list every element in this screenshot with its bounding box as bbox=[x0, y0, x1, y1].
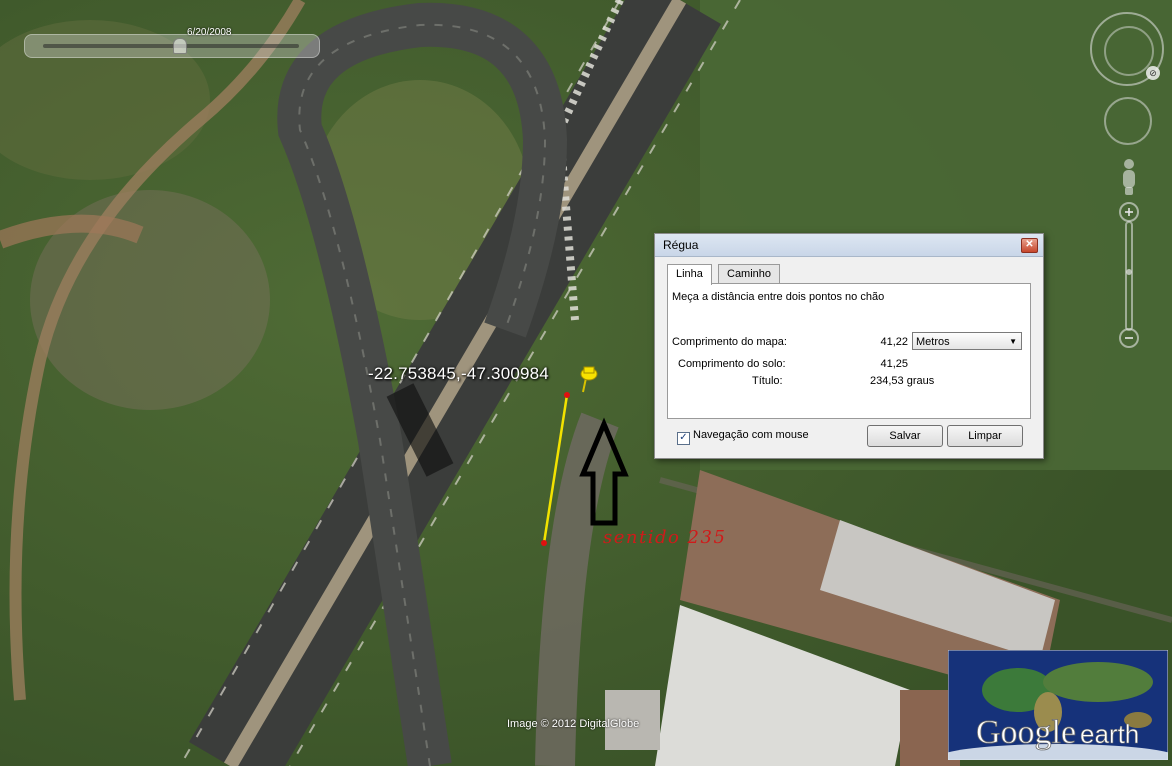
ground-length-label: Comprimento do solo: bbox=[678, 358, 786, 370]
close-icon[interactable]: ✕ bbox=[1021, 238, 1038, 253]
time-slider-date: 6/20/2008 bbox=[187, 27, 232, 38]
ground-length-value: 41,25 bbox=[880, 358, 908, 370]
mouse-navigation-checkbox[interactable]: ✓ bbox=[677, 432, 690, 445]
dialog-title: Régua bbox=[663, 238, 699, 252]
time-slider-thumb[interactable] bbox=[173, 38, 187, 54]
map-length-label: Comprimento do mapa: bbox=[672, 336, 787, 348]
imagery-copyright: Image © 2012 DigitalGlobe bbox=[507, 718, 640, 730]
compass-ring[interactable]: ⊘ bbox=[1090, 12, 1164, 86]
google-earth-logo: Google earth bbox=[948, 650, 1168, 760]
heading-value: 234,53 graus bbox=[870, 375, 935, 387]
ruler-dialog: Régua ✕ Linha Caminho Meça a distância e… bbox=[654, 233, 1044, 459]
clear-button[interactable]: Limpar bbox=[947, 425, 1023, 447]
time-slider[interactable]: 6/20/2008 bbox=[24, 27, 320, 58]
time-slider-track[interactable] bbox=[43, 44, 299, 48]
tab-caminho[interactable]: Caminho bbox=[718, 264, 781, 284]
units-selected-value: Metros bbox=[916, 336, 950, 348]
mouse-navigation-label: Navegação com mouse bbox=[693, 429, 809, 441]
tab-linha[interactable]: Linha bbox=[667, 264, 712, 285]
measure-start-point bbox=[564, 392, 570, 398]
logo-text-earth: earth bbox=[1080, 719, 1139, 749]
heading-label: Título: bbox=[752, 375, 783, 387]
ruler-panel: Meça a distância entre dois pontos no ch… bbox=[667, 283, 1031, 419]
direction-label: sentido 235 bbox=[603, 527, 727, 548]
map-length-value: 41,22 bbox=[880, 336, 908, 348]
look-joystick[interactable] bbox=[1104, 97, 1152, 145]
chevron-down-icon: ▼ bbox=[1009, 337, 1017, 346]
ruler-description: Meça a distância entre dois pontos no ch… bbox=[672, 291, 885, 303]
zoom-slider[interactable] bbox=[1118, 200, 1140, 350]
mouse-navigation-option[interactable]: ✓ Navegação com mouse bbox=[677, 429, 809, 445]
dialog-titlebar[interactable]: Régua ✕ bbox=[655, 234, 1043, 257]
north-reset-icon[interactable]: ⊘ bbox=[1146, 66, 1160, 80]
save-button[interactable]: Salvar bbox=[867, 425, 943, 447]
measure-end-point bbox=[541, 540, 547, 546]
logo-text-google: Google bbox=[976, 714, 1076, 751]
units-select[interactable]: Metros ▼ bbox=[912, 332, 1022, 350]
coordinate-label: -22.753845,-47.300984 bbox=[368, 364, 549, 383]
pegman-icon[interactable] bbox=[1118, 158, 1140, 196]
